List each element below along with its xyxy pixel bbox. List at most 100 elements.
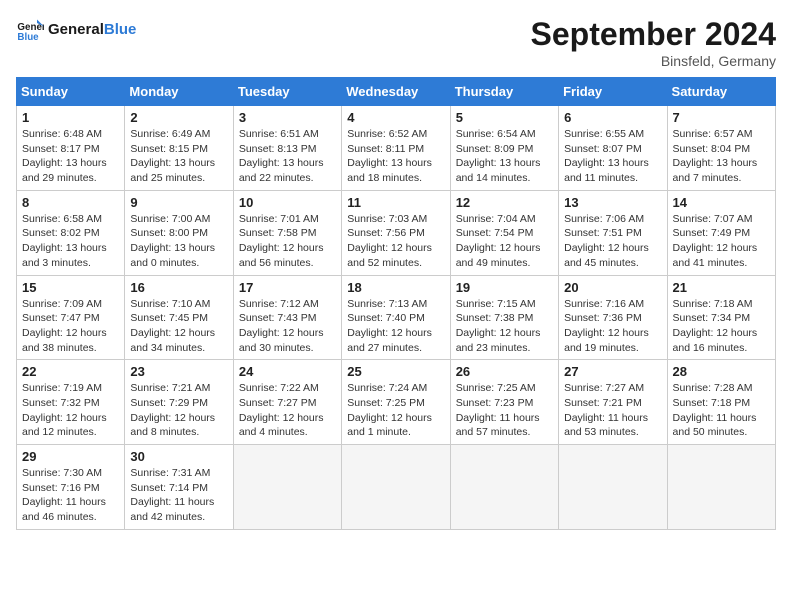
calendar-week-2: 8 Sunrise: 6:58 AM Sunset: 8:02 PM Daylig…	[17, 190, 776, 275]
cell-info: Sunrise: 7:24 AM Sunset: 7:25 PM Dayligh…	[347, 381, 444, 440]
calendar-cell: 13Sunrise: 7:06 AM Sunset: 7:51 PM Dayli…	[559, 190, 667, 275]
day-number: 30	[130, 449, 227, 464]
cell-info: Sunrise: 7:28 AM Sunset: 7:18 PM Dayligh…	[673, 381, 770, 440]
day-number: 27	[564, 364, 661, 379]
calendar-cell	[342, 445, 450, 530]
calendar-cell: 14 Sunrise: 7:07 AM Sunset: 7:49 PM Dayli…	[667, 190, 775, 275]
day-number: 19	[456, 280, 553, 295]
day-number: 15	[22, 280, 119, 295]
calendar-cell: 19Sunrise: 7:15 AM Sunset: 7:38 PM Dayli…	[450, 275, 558, 360]
day-number: 18	[347, 280, 444, 295]
cell-info: Sunrise: 7:04 AM Sunset: 7:54 PM Dayligh…	[456, 212, 553, 271]
day-number: 11	[347, 195, 444, 210]
logo-icon: General Blue	[16, 16, 44, 44]
calendar-cell: 5 Sunrise: 6:54 AM Sunset: 8:09 PM Daylig…	[450, 106, 558, 191]
day-number: 17	[239, 280, 336, 295]
header-thursday: Thursday	[450, 78, 558, 106]
calendar-cell	[450, 445, 558, 530]
page-header: General Blue General Blue September 2024 …	[16, 16, 776, 69]
day-number: 16	[130, 280, 227, 295]
month-title: September 2024	[531, 16, 776, 53]
calendar-cell: 10 Sunrise: 7:01 AM Sunset: 7:58 PM Dayli…	[233, 190, 341, 275]
cell-info: Sunrise: 7:07 AM Sunset: 7:49 PM Dayligh…	[673, 212, 770, 271]
calendar-cell: 22 Sunrise: 7:19 AM Sunset: 7:32 PM Dayli…	[17, 360, 125, 445]
cell-info: Sunrise: 7:06 AM Sunset: 7:51 PM Dayligh…	[564, 212, 661, 271]
day-number: 10	[239, 195, 336, 210]
day-number: 7	[673, 110, 770, 125]
cell-info: Sunrise: 7:25 AM Sunset: 7:23 PM Dayligh…	[456, 381, 553, 440]
location: Binsfeld, Germany	[531, 53, 776, 69]
day-number: 23	[130, 364, 227, 379]
day-number: 26	[456, 364, 553, 379]
calendar-cell: 29 Sunrise: 7:30 AM Sunset: 7:16 PM Dayli…	[17, 445, 125, 530]
cell-info: Sunrise: 6:48 AM Sunset: 8:17 PM Dayligh…	[22, 127, 119, 186]
cell-info: Sunrise: 6:51 AM Sunset: 8:13 PM Dayligh…	[239, 127, 336, 186]
calendar-cell: 21Sunrise: 7:18 AM Sunset: 7:34 PM Dayli…	[667, 275, 775, 360]
calendar-week-5: 29 Sunrise: 7:30 AM Sunset: 7:16 PM Dayli…	[17, 445, 776, 530]
calendar-cell	[233, 445, 341, 530]
logo: General Blue General Blue	[16, 16, 136, 44]
svg-text:Blue: Blue	[17, 32, 39, 43]
day-number: 20	[564, 280, 661, 295]
header-friday: Friday	[559, 78, 667, 106]
cell-info: Sunrise: 7:27 AM Sunset: 7:21 PM Dayligh…	[564, 381, 661, 440]
calendar-week-1: 1 Sunrise: 6:48 AM Sunset: 8:17 PM Daylig…	[17, 106, 776, 191]
cell-info: Sunrise: 7:21 AM Sunset: 7:29 PM Dayligh…	[130, 381, 227, 440]
day-number: 5	[456, 110, 553, 125]
cell-info: Sunrise: 6:54 AM Sunset: 8:09 PM Dayligh…	[456, 127, 553, 186]
cell-info: Sunrise: 7:00 AM Sunset: 8:00 PM Dayligh…	[130, 212, 227, 271]
calendar-cell: 20 Sunrise: 7:16 AM Sunset: 7:36 PM Dayli…	[559, 275, 667, 360]
cell-info: Sunrise: 7:01 AM Sunset: 7:58 PM Dayligh…	[239, 212, 336, 271]
header-monday: Monday	[125, 78, 233, 106]
calendar-cell: 30 Sunrise: 7:31 AM Sunset: 7:14 PM Dayli…	[125, 445, 233, 530]
day-number: 1	[22, 110, 119, 125]
cell-info: Sunrise: 7:19 AM Sunset: 7:32 PM Dayligh…	[22, 381, 119, 440]
calendar-cell: 6 Sunrise: 6:55 AM Sunset: 8:07 PM Daylig…	[559, 106, 667, 191]
cell-info: Sunrise: 7:30 AM Sunset: 7:16 PM Dayligh…	[22, 466, 119, 525]
cell-info: Sunrise: 7:10 AM Sunset: 7:45 PM Dayligh…	[130, 297, 227, 356]
header-tuesday: Tuesday	[233, 78, 341, 106]
calendar-cell: 24Sunrise: 7:22 AM Sunset: 7:27 PM Dayli…	[233, 360, 341, 445]
calendar-cell: 27 Sunrise: 7:27 AM Sunset: 7:21 PM Dayli…	[559, 360, 667, 445]
calendar-cell: 8 Sunrise: 6:58 AM Sunset: 8:02 PM Daylig…	[17, 190, 125, 275]
calendar-cell: 18 Sunrise: 7:13 AM Sunset: 7:40 PM Dayli…	[342, 275, 450, 360]
calendar-cell: 23 Sunrise: 7:21 AM Sunset: 7:29 PM Dayli…	[125, 360, 233, 445]
calendar-cell: 17 Sunrise: 7:12 AM Sunset: 7:43 PM Dayli…	[233, 275, 341, 360]
cell-info: Sunrise: 7:09 AM Sunset: 7:47 PM Dayligh…	[22, 297, 119, 356]
calendar-header-row: SundayMondayTuesdayWednesdayThursdayFrid…	[17, 78, 776, 106]
header-saturday: Saturday	[667, 78, 775, 106]
calendar-week-4: 22 Sunrise: 7:19 AM Sunset: 7:32 PM Dayli…	[17, 360, 776, 445]
cell-info: Sunrise: 6:52 AM Sunset: 8:11 PM Dayligh…	[347, 127, 444, 186]
cell-info: Sunrise: 7:12 AM Sunset: 7:43 PM Dayligh…	[239, 297, 336, 356]
day-number: 4	[347, 110, 444, 125]
calendar-table: SundayMondayTuesdayWednesdayThursdayFrid…	[16, 77, 776, 530]
day-number: 29	[22, 449, 119, 464]
calendar-cell: 7Sunrise: 6:57 AM Sunset: 8:04 PM Daylig…	[667, 106, 775, 191]
day-number: 8	[22, 195, 119, 210]
cell-info: Sunrise: 7:13 AM Sunset: 7:40 PM Dayligh…	[347, 297, 444, 356]
day-number: 28	[673, 364, 770, 379]
cell-info: Sunrise: 6:58 AM Sunset: 8:02 PM Dayligh…	[22, 212, 119, 271]
calendar-cell: 1 Sunrise: 6:48 AM Sunset: 8:17 PM Daylig…	[17, 106, 125, 191]
cell-info: Sunrise: 7:31 AM Sunset: 7:14 PM Dayligh…	[130, 466, 227, 525]
calendar-cell: 26 Sunrise: 7:25 AM Sunset: 7:23 PM Dayli…	[450, 360, 558, 445]
day-number: 12	[456, 195, 553, 210]
calendar-cell: 3Sunrise: 6:51 AM Sunset: 8:13 PM Daylig…	[233, 106, 341, 191]
calendar-cell	[667, 445, 775, 530]
header-sunday: Sunday	[17, 78, 125, 106]
calendar-cell	[559, 445, 667, 530]
cell-info: Sunrise: 7:18 AM Sunset: 7:34 PM Dayligh…	[673, 297, 770, 356]
day-number: 14	[673, 195, 770, 210]
day-number: 22	[22, 364, 119, 379]
cell-info: Sunrise: 6:55 AM Sunset: 8:07 PM Dayligh…	[564, 127, 661, 186]
day-number: 6	[564, 110, 661, 125]
header-wednesday: Wednesday	[342, 78, 450, 106]
calendar-cell: 16 Sunrise: 7:10 AM Sunset: 7:45 PM Dayli…	[125, 275, 233, 360]
cell-info: Sunrise: 7:03 AM Sunset: 7:56 PM Dayligh…	[347, 212, 444, 271]
logo-general: General	[48, 21, 104, 38]
calendar-cell: 28 Sunrise: 7:28 AM Sunset: 7:18 PM Dayli…	[667, 360, 775, 445]
cell-info: Sunrise: 6:49 AM Sunset: 8:15 PM Dayligh…	[130, 127, 227, 186]
title-area: September 2024 Binsfeld, Germany	[531, 16, 776, 69]
calendar-cell: 12 Sunrise: 7:04 AM Sunset: 7:54 PM Dayli…	[450, 190, 558, 275]
cell-info: Sunrise: 7:16 AM Sunset: 7:36 PM Dayligh…	[564, 297, 661, 356]
